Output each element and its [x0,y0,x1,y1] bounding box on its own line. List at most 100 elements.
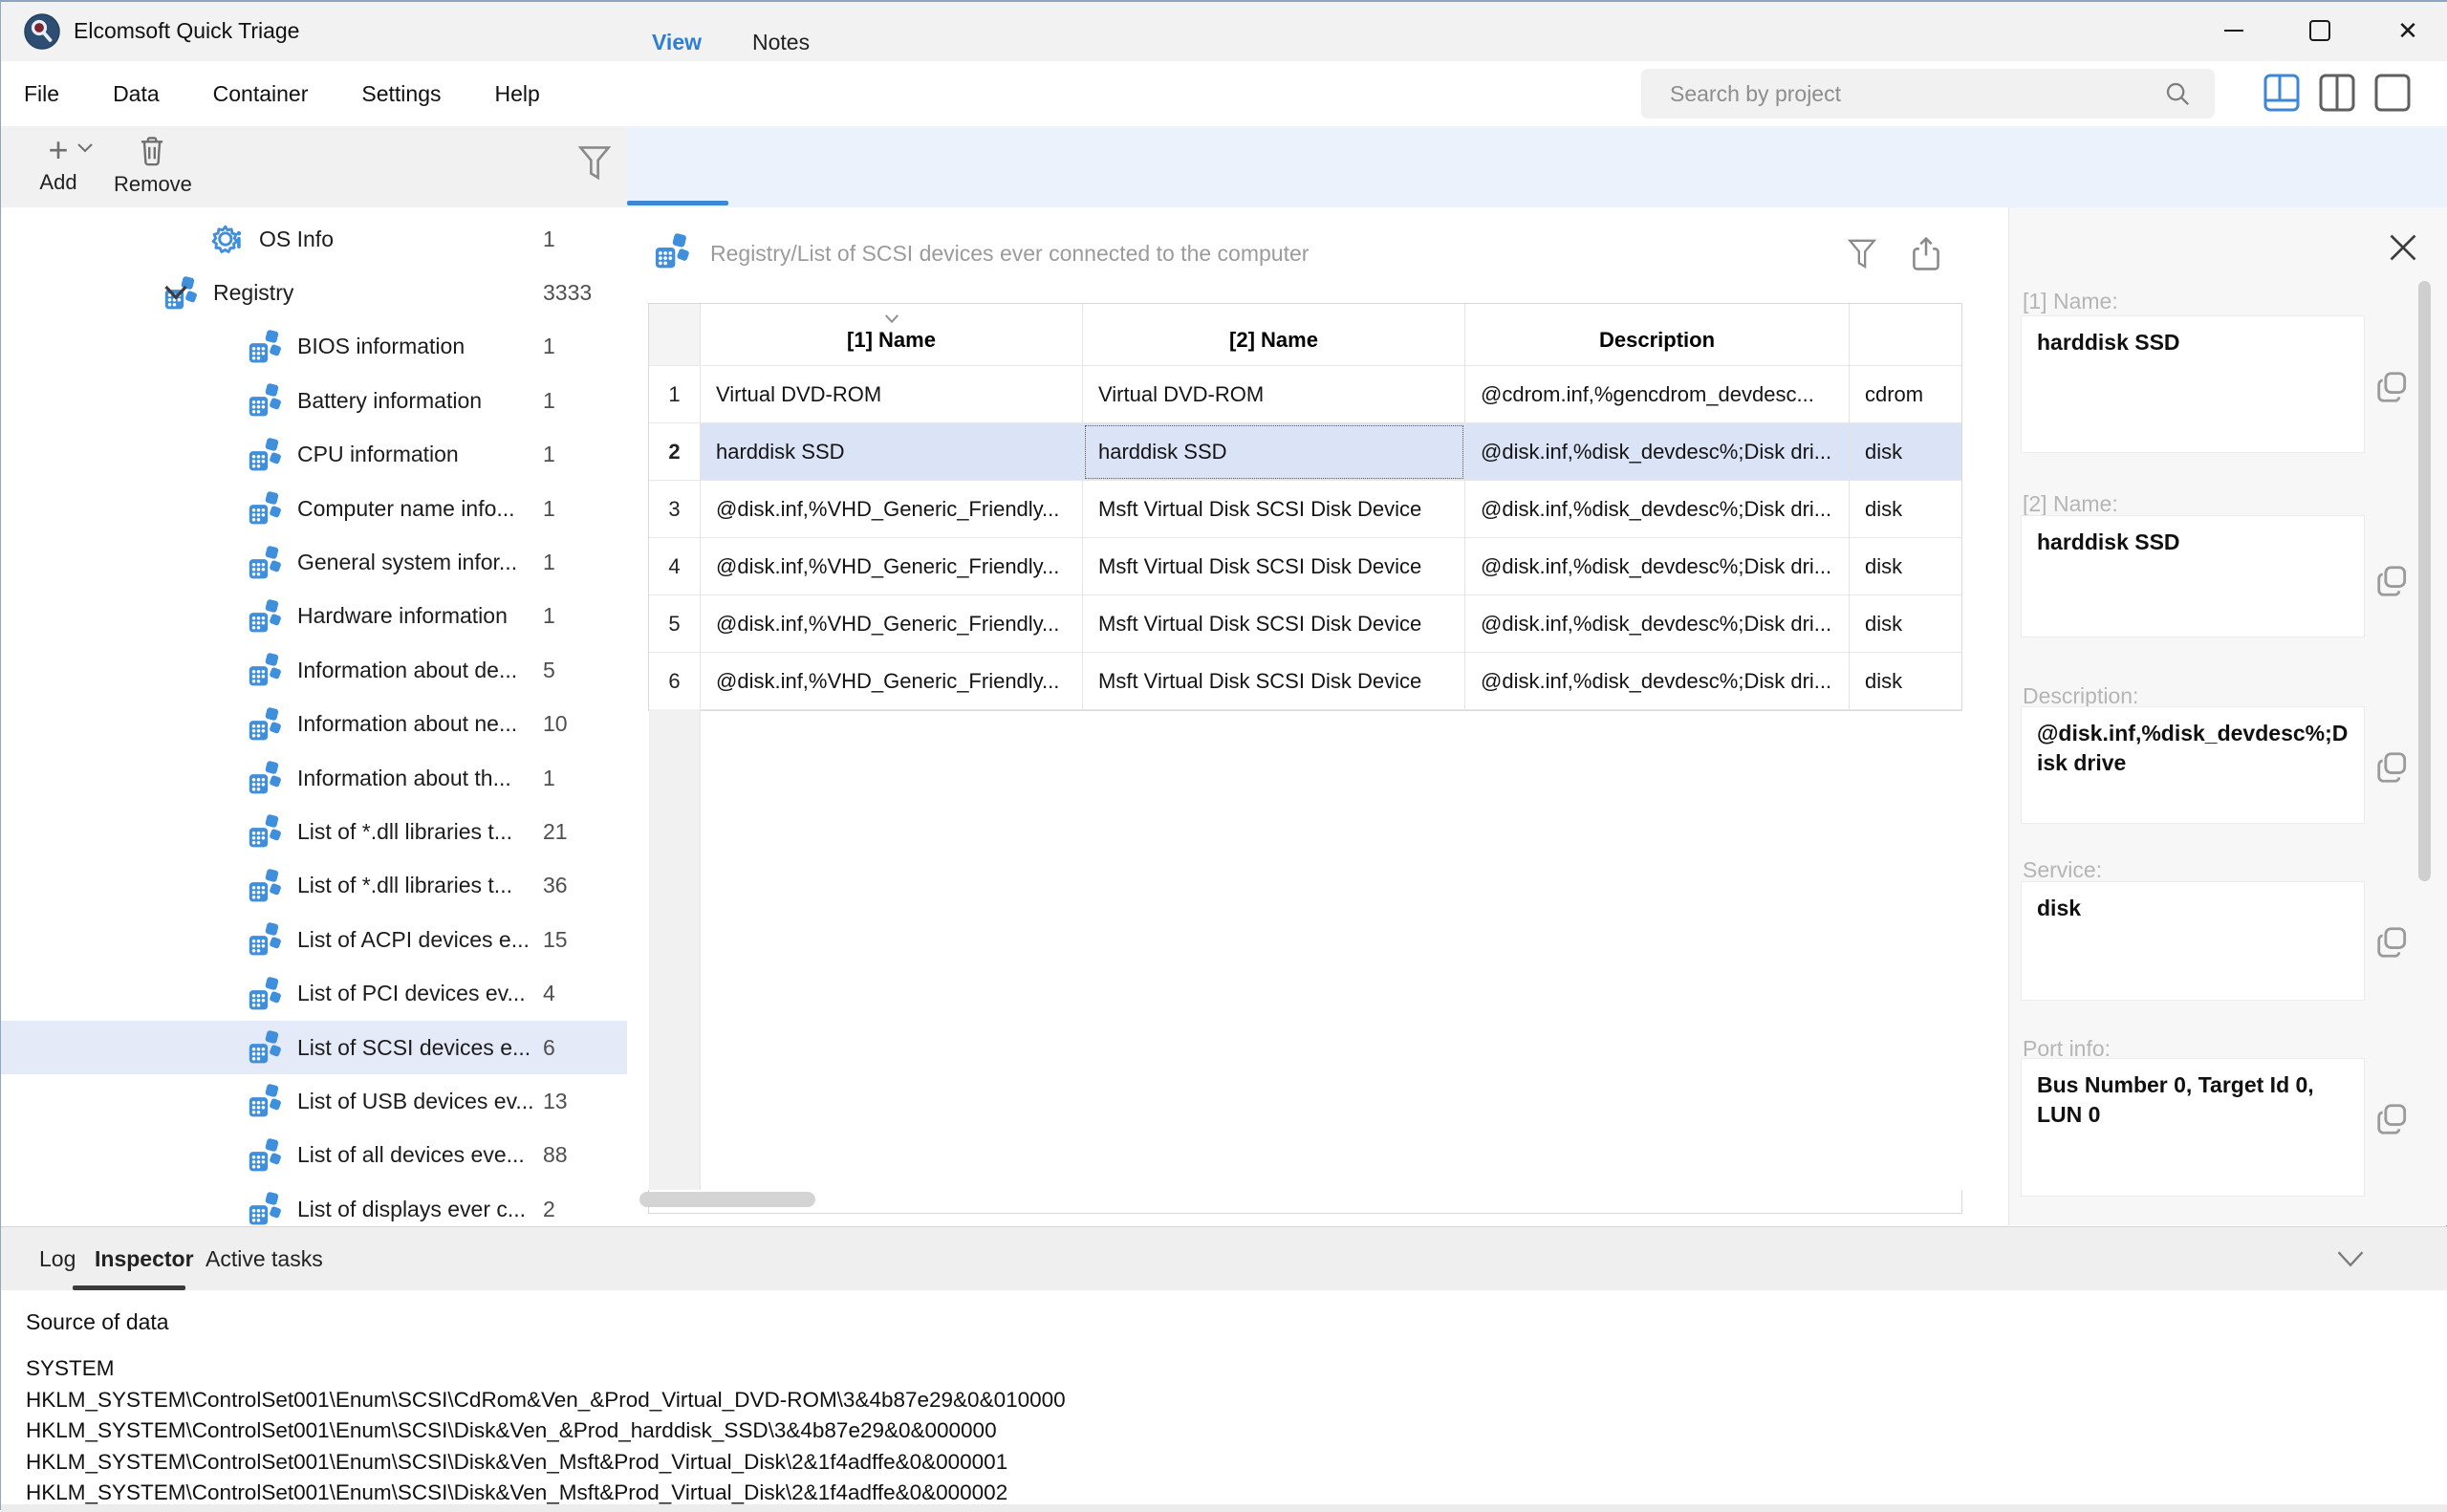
table-cell[interactable]: disk [1850,595,1961,653]
copy-icon[interactable] [2374,924,2411,961]
table-cell[interactable]: Msft Virtual Disk SCSI Disk Device [1083,538,1465,595]
table-header-extra[interactable] [1850,304,1961,366]
copy-button[interactable] [2374,563,2411,599]
field-value[interactable]: harddisk SSD [2021,515,2365,637]
remove-button[interactable]: Remove [114,134,190,203]
table-cell[interactable]: cdrom [1850,366,1961,423]
export-icon[interactable] [1908,235,1944,273]
table-header-2-name[interactable]: [2] Name [1083,304,1465,366]
field-value[interactable]: harddisk SSD [2021,315,2365,453]
table-cell[interactable]: Msft Virtual Disk SCSI Disk Device [1083,481,1465,538]
table-cell[interactable]: @disk.inf,%VHD_Generic_Friendly... [701,653,1083,710]
tree-item-cpu-information[interactable]: CPU information 1 [1,428,627,482]
field-value[interactable]: disk [2021,881,2365,1001]
layout-split-vertical-icon[interactable] [2318,73,2356,113]
tree-item-information-about-de[interactable]: Information about de... 5 [1,643,627,697]
tab-active-tasks[interactable]: Active tasks [206,1227,323,1291]
table-cell[interactable]: Virtual DVD-ROM [701,366,1083,423]
copy-icon[interactable] [2374,749,2411,786]
table-cell[interactable]: @cdrom.inf,%gencdrom_devdesc... [1465,366,1850,423]
table-row[interactable]: 5@disk.inf,%VHD_Generic_Friendly...Msft … [649,595,1961,653]
tree-item-battery-information[interactable]: Battery information 1 [1,374,627,427]
hscroll-thumb[interactable] [639,1192,815,1207]
table-cell[interactable]: @disk.inf,%disk_devdesc%;Disk dri... [1465,653,1850,710]
menu-item-container[interactable]: Container [207,77,314,111]
add-dropdown-chevron-icon[interactable] [76,141,95,155]
field-value[interactable]: @disk.inf,%disk_devdesc%;Disk drive [2021,706,2365,824]
layout-single-icon[interactable] [2373,73,2412,113]
tree-item-information-about-ne[interactable]: Information about ne... 10 [1,698,627,751]
maximize-button[interactable] [2289,2,2350,59]
copy-button[interactable] [2374,749,2411,786]
copy-button[interactable] [2374,924,2411,961]
menu-item-data[interactable]: Data [107,77,165,111]
tree-item-list-of-pci-devices-ev[interactable]: List of PCI devices ev... 4 [1,966,627,1020]
add-button[interactable]: + Add [22,134,95,203]
panel-close-icon[interactable] [2387,231,2419,264]
table-row[interactable]: 2harddisk SSDharddisk SSD@disk.inf,%disk… [649,423,1961,481]
tree-item-hardware-information[interactable]: Hardware information 1 [1,590,627,643]
tree-item-list-of-all-devices-eve[interactable]: List of all devices eve... 88 [1,1129,627,1182]
copy-button[interactable] [2374,1101,2411,1137]
table-cell[interactable]: disk [1850,423,1961,481]
tree-item-list-of-acpi-devices-e[interactable]: List of ACPI devices e... 15 [1,913,627,966]
menu-item-help[interactable]: Help [489,77,546,111]
table-header-1-name[interactable]: [1] Name [701,304,1083,366]
table-cell[interactable]: Msft Virtual Disk SCSI Disk Device [1083,595,1465,653]
copy-icon[interactable] [2374,369,2411,405]
tree-item-information-about-th[interactable]: Information about th... 1 [1,751,627,805]
table-row[interactable]: 6@disk.inf,%VHD_Generic_Friendly...Msft … [649,653,1961,710]
tree-item-count: 15 [543,927,568,953]
table-cell[interactable]: @disk.inf,%disk_devdesc%;Disk dri... [1465,481,1850,538]
tree-item-count: 1 [543,334,555,359]
window-title: Elcomsoft Quick Triage [74,18,299,44]
tree-item-list-of-dll-libraries-t[interactable]: List of *.dll libraries t... 36 [1,859,627,913]
minimize-button[interactable] [2203,2,2264,59]
tree-item-computer-name-info[interactable]: Computer name info... 1 [1,482,627,535]
project-search[interactable] [1641,69,2215,119]
table-row[interactable]: 4@disk.inf,%VHD_Generic_Friendly...Msft … [649,538,1961,595]
table-cell[interactable]: Msft Virtual Disk SCSI Disk Device [1083,653,1465,710]
tree-item-list-of-scsi-devices-e[interactable]: List of SCSI devices e... 6 [1,1021,627,1074]
tab-view[interactable]: View [652,2,702,83]
table-cell[interactable]: @disk.inf,%disk_devdesc%;Disk dri... [1465,538,1850,595]
copy-icon[interactable] [2374,1101,2411,1137]
close-button[interactable]: ✕ [2377,2,2438,59]
layout-split-bottom-icon[interactable] [2263,73,2301,113]
tab-log[interactable]: Log [39,1227,76,1291]
table-cell[interactable]: @disk.inf,%disk_devdesc%;Disk dri... [1465,595,1850,653]
table-horizontal-scrollbar[interactable] [639,1190,1962,1209]
copy-button[interactable] [2374,369,2411,405]
search-input[interactable] [1668,80,2163,108]
tab-notes[interactable]: Notes [752,2,810,83]
field-value[interactable]: Bus Number 0, Target Id 0, LUN 0 [2021,1058,2365,1197]
table-row[interactable]: 3@disk.inf,%VHD_Generic_Friendly...Msft … [649,481,1961,538]
tree-item-list-of-usb-devices-ev[interactable]: List of USB devices ev... 13 [1,1074,627,1128]
tree-item-list-of-dll-libraries-t[interactable]: List of *.dll libraries t... 21 [1,805,627,858]
menu-item-settings[interactable]: Settings [356,77,446,111]
table-filter-icon[interactable] [1846,237,1878,273]
table-cell[interactable]: disk [1850,481,1961,538]
tree-item-registry[interactable]: Registry 3333 [1,266,627,319]
tree-item-bios-information[interactable]: BIOS information 1 [1,320,627,374]
tree-filter-icon[interactable] [576,143,613,185]
tree-item-general-system-infor[interactable]: General system infor... 1 [1,535,627,589]
panel-vertical-scrollbar[interactable] [2418,281,2431,881]
table-cell[interactable]: @disk.inf,%VHD_Generic_Friendly... [701,595,1083,653]
table-cell[interactable]: disk [1850,538,1961,595]
table-cell[interactable]: disk [1850,653,1961,710]
tab-inspector[interactable]: Inspector [95,1227,194,1291]
tree-expander-icon[interactable] [162,282,194,305]
table-header-description[interactable]: Description [1465,304,1850,366]
table-cell[interactable]: harddisk SSD [1083,423,1465,481]
tree-item-os-info[interactable]: OS Info 1 [1,212,627,266]
menu-item-file[interactable]: File [18,77,65,111]
table-cell[interactable]: Virtual DVD-ROM [1083,366,1465,423]
copy-icon[interactable] [2374,563,2411,599]
table-row[interactable]: 1Virtual DVD-ROMVirtual DVD-ROM@cdrom.in… [649,366,1961,423]
table-cell[interactable]: @disk.inf,%VHD_Generic_Friendly... [701,538,1083,595]
collapse-panel-chevron-icon[interactable] [2334,1246,2367,1271]
table-cell[interactable]: harddisk SSD [701,423,1083,481]
table-cell[interactable]: @disk.inf,%disk_devdesc%;Disk dri... [1465,423,1850,481]
table-cell[interactable]: @disk.inf,%VHD_Generic_Friendly... [701,481,1083,538]
